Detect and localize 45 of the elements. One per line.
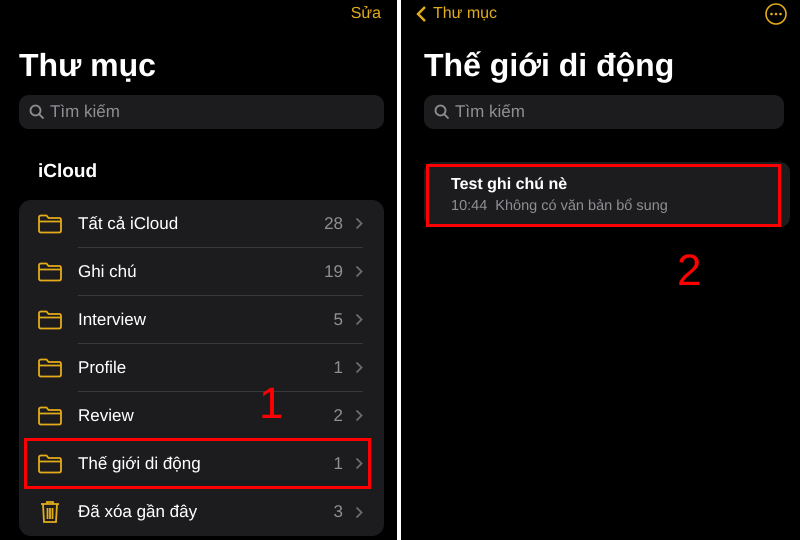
folder-name[interactable]: Profile	[78, 354, 126, 380]
chevron-icon	[355, 313, 363, 326]
back-chevron-icon	[416, 5, 427, 23]
folder-icon	[37, 454, 63, 474]
search-field[interactable]: Tìm kiếm	[424, 95, 784, 129]
chevron-icon	[355, 361, 363, 374]
folder-count: 19	[324, 260, 343, 283]
chevron-icon	[355, 265, 363, 278]
chevron-icon	[355, 506, 363, 518]
folder-count: 28	[324, 212, 343, 235]
step-number: 1	[259, 382, 284, 426]
page-title: Thư mục	[19, 46, 157, 85]
folder-name[interactable]: Thế giới di động	[78, 450, 201, 476]
folder-count: 1	[334, 452, 343, 475]
section-title: iCloud	[38, 160, 98, 184]
folder-count: 1	[334, 356, 343, 379]
folder-count: 3	[334, 501, 343, 524]
note-row[interactable]: Test ghi chú nè 10:44 Không có văn bản bổ sung	[424, 162, 790, 227]
chevron-icon	[355, 409, 363, 422]
folder-name[interactable]: Review	[78, 402, 134, 428]
chevron-icon	[355, 457, 363, 470]
chevron-icon	[355, 217, 363, 230]
folder-name[interactable]: Ghi chú	[78, 258, 137, 284]
back-button[interactable]: Thư mục	[416, 2, 498, 26]
note-time: 10:44	[451, 196, 488, 216]
folder-icon	[37, 358, 63, 378]
note-title: Test ghi chú nè	[451, 174, 568, 194]
search-icon	[29, 104, 45, 120]
trash-icon	[39, 500, 61, 524]
step-number: 2	[677, 249, 702, 293]
note-preview: Không có văn bản bổ sung	[495, 196, 668, 216]
page-title: Thế giới di động	[424, 46, 676, 85]
folder-name[interactable]: Interview	[78, 306, 146, 332]
search-field[interactable]: Tìm kiếm	[19, 95, 384, 129]
folder-name[interactable]: Tất cả iCloud	[78, 210, 178, 236]
folder-count: 5	[334, 308, 343, 331]
folder-icon	[37, 214, 63, 234]
folder-name[interactable]: Đã xóa gần đây	[78, 499, 198, 525]
folder-icon	[37, 262, 63, 282]
more-icon[interactable]	[765, 3, 787, 25]
folder-icon	[37, 310, 63, 330]
search-icon	[434, 104, 450, 120]
folder-count: 2	[334, 404, 343, 427]
edit-button[interactable]: Sửa	[350, 2, 381, 26]
folder-icon	[37, 406, 63, 426]
